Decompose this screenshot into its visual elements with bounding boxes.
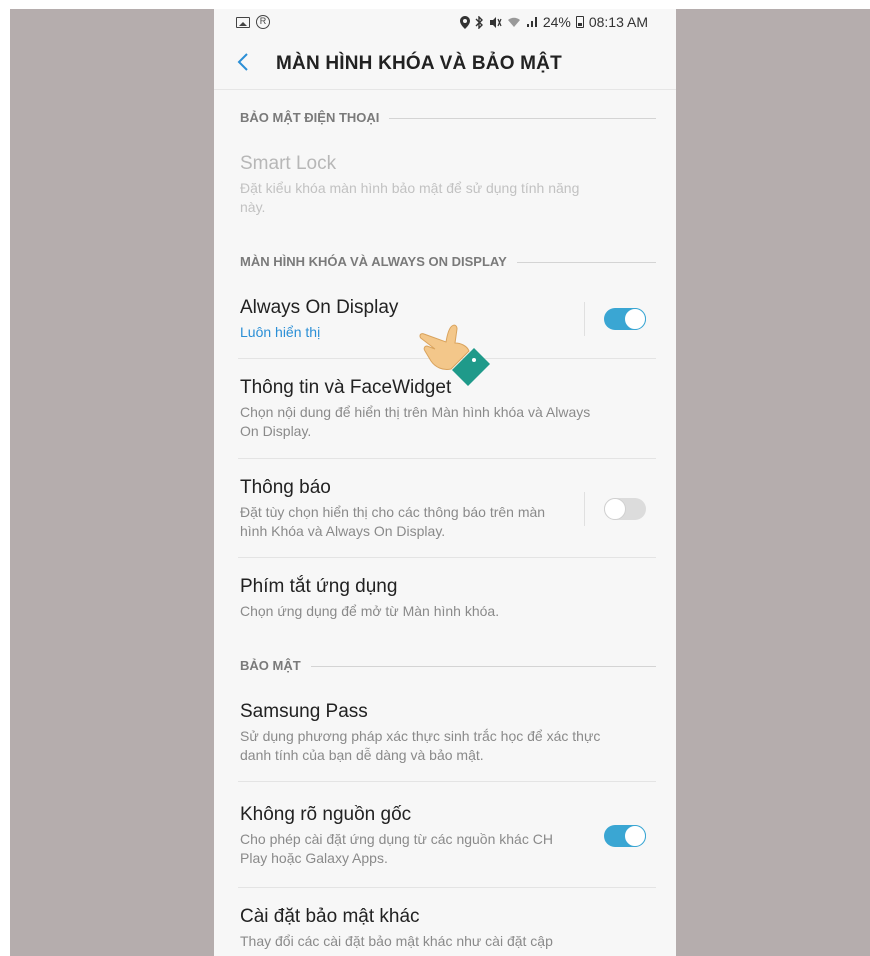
list-divider xyxy=(238,887,656,888)
section-label: BẢO MẬT xyxy=(240,658,311,673)
setting-title: Phím tắt ứng dụng xyxy=(240,576,398,597)
setting-description: Đặt tùy chọn hiển thị cho các thông báo … xyxy=(240,504,546,539)
list-divider xyxy=(238,557,656,558)
setting-title: Không rõ nguồn gốc xyxy=(240,804,412,825)
page-title: MÀN HÌNH KHÓA VÀ BẢO MẬT xyxy=(276,53,562,74)
battery-percent: 24% xyxy=(542,14,571,30)
aod-toggle[interactable] xyxy=(604,308,646,330)
list-divider xyxy=(238,458,656,459)
phone-screen: R 24% 08:13 AM MÀN HÌNH KHÓA VÀ BẢO MẬT xyxy=(214,9,676,956)
section-label: MÀN HÌNH KHÓA VÀ ALWAYS ON DISPLAY xyxy=(240,254,517,269)
bluetooth-icon xyxy=(475,15,483,29)
setting-description: Sử dụng phương pháp xác thực sinh trắc h… xyxy=(240,728,601,763)
setting-unknown-sources[interactable]: Không rõ nguồn gốc Cho phép cài đặt ứng … xyxy=(240,803,656,868)
setting-other-security[interactable]: Cài đặt bảo mật khác Thay đổi các cài đặ… xyxy=(240,905,656,951)
section-header-security: BẢO MẬT xyxy=(240,658,656,676)
location-icon xyxy=(459,15,470,29)
setting-description: Cho phép cài đặt ứng dụng từ các nguồn k… xyxy=(240,831,553,866)
screenshot-backdrop: R 24% 08:13 AM MÀN HÌNH KHÓA VÀ BẢO MẬT xyxy=(10,9,870,956)
setting-smart-lock[interactable]: Smart Lock Đặt kiểu khóa màn hình bảo mậ… xyxy=(240,152,656,217)
chevron-left-icon xyxy=(237,53,248,71)
setting-description: Thay đổi các cài đặt bảo mật khác như cà… xyxy=(240,933,553,949)
battery-icon xyxy=(575,16,584,28)
setting-description: Chọn ứng dụng để mở từ Màn hình khóa. xyxy=(240,603,500,619)
setting-title: Smart Lock xyxy=(240,153,337,174)
toggle-separator xyxy=(584,302,585,336)
setting-title: Cài đặt bảo mật khác xyxy=(240,906,420,927)
status-bar: R 24% 08:13 AM xyxy=(214,9,676,35)
setting-title: Thông báo xyxy=(240,477,331,498)
unknown-sources-toggle[interactable] xyxy=(604,825,646,847)
signal-icon xyxy=(526,17,537,27)
section-label: BẢO MẬT ĐIỆN THOẠI xyxy=(240,110,390,125)
clock: 08:13 AM xyxy=(588,14,648,30)
section-header-phone-security: BẢO MẬT ĐIỆN THOẠI xyxy=(240,110,656,128)
section-header-lock-aod: MÀN HÌNH KHÓA VÀ ALWAYS ON DISPLAY xyxy=(240,254,656,272)
pointing-hand-icon xyxy=(419,324,490,386)
back-button[interactable] xyxy=(236,51,258,75)
mute-icon xyxy=(489,16,502,28)
list-divider xyxy=(238,781,656,782)
toggle-separator xyxy=(584,492,585,526)
setting-samsung-pass[interactable]: Samsung Pass Sử dụng phương pháp xác thự… xyxy=(240,700,656,765)
setting-title: Samsung Pass xyxy=(240,701,368,722)
setting-description: Đặt kiểu khóa màn hình bảo mật để sử dụn… xyxy=(240,180,580,215)
setting-description: Chọn nội dung để hiển thị trên Màn hình … xyxy=(240,404,591,439)
registered-icon: R xyxy=(256,15,270,29)
setting-app-shortcuts[interactable]: Phím tắt ứng dụng Chọn ứng dụng để mở từ… xyxy=(240,575,656,621)
app-header: MÀN HÌNH KHÓA VÀ BẢO MẬT xyxy=(214,39,676,89)
wifi-icon xyxy=(507,17,520,27)
header-divider xyxy=(214,89,676,90)
gallery-notification-icon xyxy=(236,16,250,28)
notifications-toggle[interactable] xyxy=(604,498,646,520)
setting-notifications[interactable]: Thông báo Đặt tùy chọn hiển thị cho các … xyxy=(240,476,656,541)
